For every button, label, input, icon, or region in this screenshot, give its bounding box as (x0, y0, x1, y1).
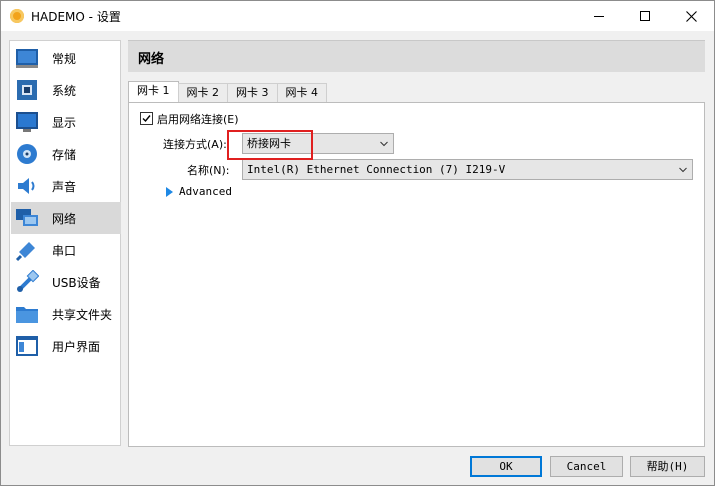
enable-adapter-label: 启用网络连接(E) (157, 113, 239, 126)
tab-adapter-1[interactable]: 网卡 1 (128, 81, 179, 103)
network-icon (16, 209, 38, 226)
sidebar-item-system[interactable]: 系统 (11, 74, 121, 106)
close-icon (685, 10, 697, 22)
display-icon (16, 112, 38, 132)
attached-to-label: 连接方式(A): (163, 138, 227, 151)
minimize-button[interactable] (576, 1, 622, 31)
sidebar-item-user-interface[interactable]: 用户界面 (11, 330, 121, 362)
tab-adapter-3[interactable]: 网卡 3 (227, 83, 278, 103)
usb-icon (17, 270, 39, 292)
storage-icon (17, 144, 37, 164)
sidebar-item-serial-port[interactable]: 串口 (11, 234, 121, 266)
sidebar-item-shared-folders[interactable]: 共享文件夹 (11, 298, 121, 330)
tab-adapter-2[interactable]: 网卡 2 (177, 83, 228, 103)
sidebar-item-display[interactable]: 显示 (11, 106, 121, 138)
cancel-button[interactable]: Cancel (550, 456, 623, 477)
advanced-toggle[interactable]: Advanced (179, 185, 232, 198)
close-button[interactable] (668, 1, 714, 31)
expand-arrow-icon[interactable] (166, 187, 173, 197)
tab-adapter-4[interactable]: 网卡 4 (276, 83, 327, 103)
shared-folder-icon (16, 307, 38, 323)
adapter-name-value: Intel(R) Ethernet Connection (7) I219-V (247, 163, 506, 176)
help-button[interactable]: 帮助(H) (630, 456, 705, 477)
settings-sidebar: 常规 系统 显示 存储 声音 网络 串口 USB设备 共享文件夹 用户界面 (9, 40, 121, 446)
chevron-down-icon (679, 167, 687, 173)
maximize-icon (640, 11, 650, 21)
highlight-annotation (227, 130, 313, 160)
title-bar: HADEMO - 设置 (1, 1, 714, 31)
audio-icon (18, 178, 35, 194)
minimize-icon (594, 15, 604, 17)
page-header: 网络 (128, 40, 705, 72)
user-interface-icon (16, 336, 38, 356)
window-title: HADEMO - 设置 (31, 10, 121, 24)
checkmark-icon (142, 115, 151, 123)
enable-adapter-checkbox[interactable] (140, 112, 153, 125)
sidebar-item-general[interactable]: 常规 (11, 42, 121, 74)
general-icon (16, 49, 38, 68)
page-title: 网络 (138, 52, 165, 67)
ok-button[interactable]: OK (470, 456, 542, 477)
sidebar-item-storage[interactable]: 存储 (11, 138, 121, 170)
adapter-name-label: 名称(N): (187, 164, 230, 177)
adapter-panel: 启用网络连接(E) 连接方式(A): 桥接网卡 名称(N): Intel(R) … (128, 102, 705, 447)
maximize-button[interactable] (622, 1, 668, 31)
adapter-tabs: 网卡 1 网卡 2 网卡 3 网卡 4 (128, 81, 327, 103)
sidebar-item-network[interactable]: 网络 (11, 202, 121, 234)
settings-window: HADEMO - 设置 常规 系统 显示 存储 声音 网络 串口 USB设备 共… (0, 0, 715, 486)
sidebar-item-usb[interactable]: USB设备 (11, 266, 121, 298)
sidebar-item-audio[interactable]: 声音 (11, 170, 121, 202)
virtualbox-app-icon (10, 9, 24, 23)
serial-port-icon (15, 242, 35, 262)
adapter-name-select[interactable]: Intel(R) Ethernet Connection (7) I219-V (242, 159, 693, 180)
system-icon (17, 80, 37, 100)
chevron-down-icon (380, 141, 388, 147)
